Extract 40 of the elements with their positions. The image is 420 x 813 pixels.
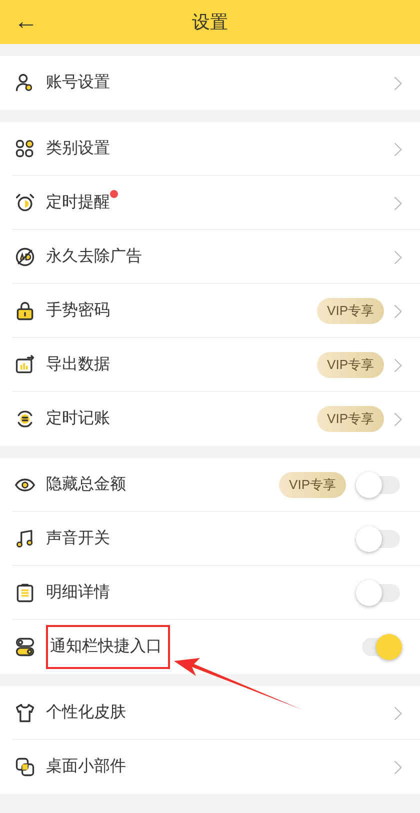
vip-badge: VIP专享 — [279, 472, 346, 498]
clipboard-icon — [14, 582, 36, 604]
switches-icon — [14, 636, 36, 658]
chevron-icon[interactable] — [394, 760, 402, 774]
padlock-icon — [14, 300, 36, 322]
toggle-switch[interactable] — [356, 472, 402, 498]
overlapping-squares-icon — [14, 756, 36, 778]
setting-label: 账号设置 — [46, 73, 110, 93]
chart-export-icon — [14, 354, 36, 376]
t-shirt-icon — [14, 702, 36, 724]
chevron-icon[interactable] — [394, 196, 402, 210]
chevron-icon[interactable] — [394, 250, 402, 264]
setting-label: 定时提醒 — [46, 192, 110, 213]
setting-label: 通知栏快捷入口 — [50, 636, 162, 657]
setting-label: 定时记账 — [46, 408, 110, 429]
vip-badge: VIP专享 — [317, 406, 384, 432]
setting-label: 永久去除广告 — [46, 246, 142, 267]
setting-label: 声音开关 — [46, 528, 110, 549]
chevron-icon[interactable] — [394, 142, 402, 156]
setting-label: 导出数据 — [46, 354, 110, 375]
chevron-icon[interactable] — [394, 412, 402, 426]
setting-label: 手势密码 — [46, 300, 110, 321]
page-title: 设置 — [192, 10, 228, 34]
alarm-clock-icon — [14, 192, 36, 214]
vip-badge: VIP专享 — [317, 298, 384, 324]
grid-icon — [14, 138, 36, 160]
back-button[interactable]: ← — [14, 10, 38, 34]
setting-label: 类别设置 — [46, 138, 110, 159]
setting-label: 明细详情 — [46, 582, 110, 603]
setting-label: 隐藏总金额 — [46, 474, 126, 495]
setting-label: 桌面小部件 — [46, 756, 126, 777]
no-ads-icon — [14, 246, 36, 268]
toggle-switch[interactable] — [356, 580, 402, 606]
setting-label: 个性化皮肤 — [46, 702, 126, 723]
toggle-switch[interactable] — [356, 526, 402, 552]
chevron-icon[interactable] — [394, 358, 402, 372]
chevron-icon[interactable] — [394, 706, 402, 720]
vip-badge: VIP专享 — [317, 352, 384, 378]
chevron-icon[interactable] — [394, 304, 402, 318]
chevron-icon[interactable] — [394, 76, 402, 90]
